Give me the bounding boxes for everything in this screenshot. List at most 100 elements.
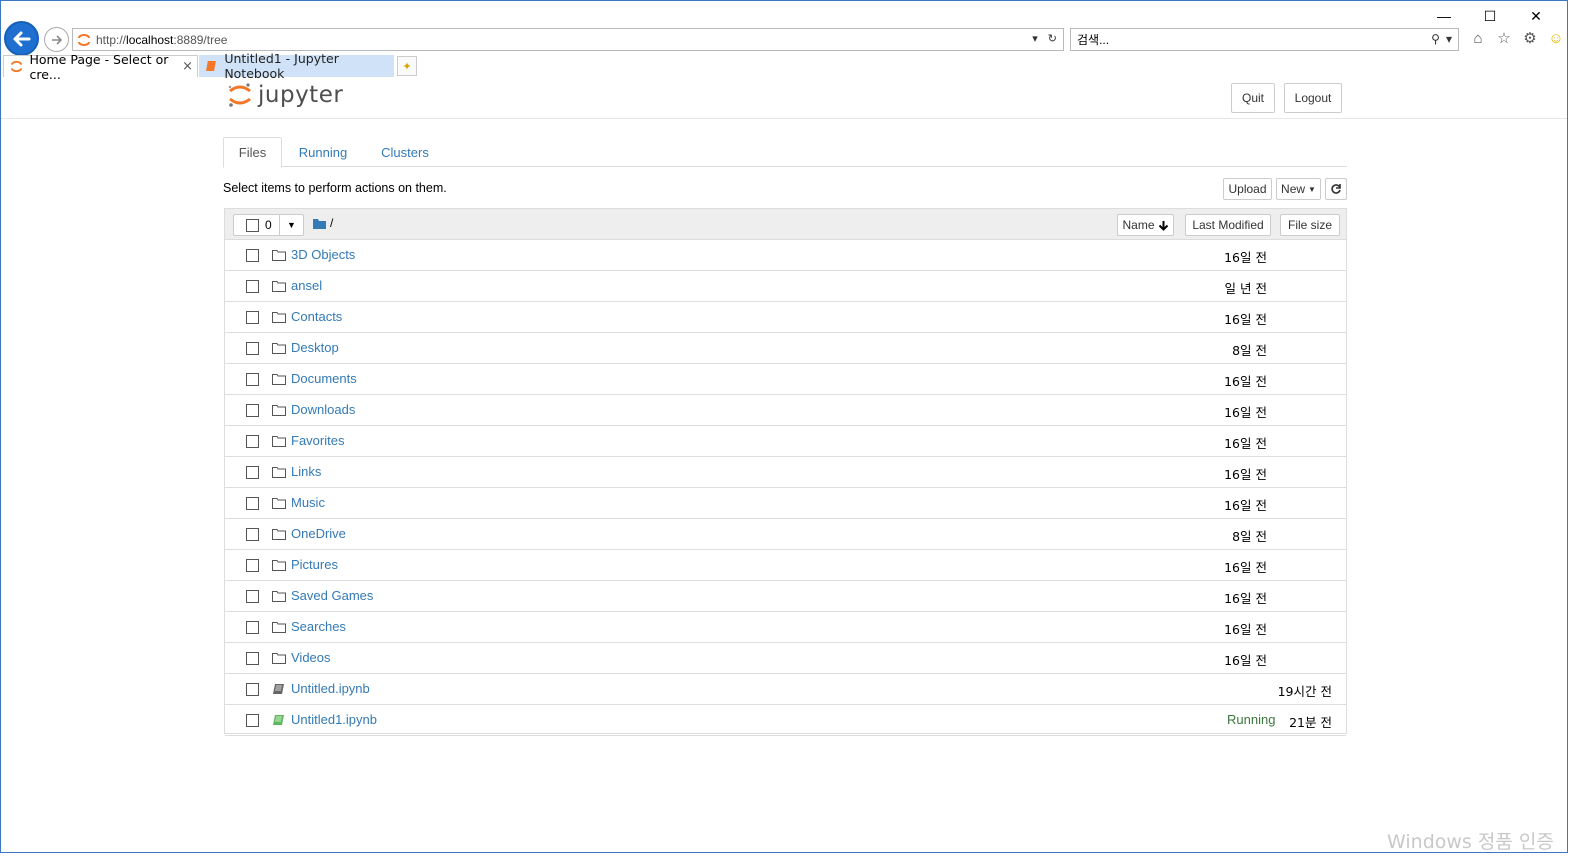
breadcrumb-root[interactable]: / <box>330 216 333 230</box>
refresh-button[interactable] <box>1325 178 1347 200</box>
list-item[interactable]: Links 16일 전 <box>225 457 1346 488</box>
favorites-star-icon[interactable]: ☆ <box>1495 29 1513 47</box>
folder-icon <box>271 279 286 292</box>
folder-icon <box>271 496 286 509</box>
tab-running[interactable]: Running <box>295 137 351 167</box>
address-bar[interactable]: http://localhost:8889/tree ▾ ↻ <box>72 28 1064 51</box>
logout-button[interactable]: Logout <box>1284 83 1342 113</box>
row-checkbox[interactable] <box>246 342 259 355</box>
item-name-link[interactable]: Links <box>291 464 321 479</box>
refresh-icon[interactable]: ↻ <box>1048 32 1057 45</box>
close-window-button[interactable]: ✕ <box>1513 5 1559 27</box>
item-name-link[interactable]: ansel <box>291 278 322 293</box>
list-item[interactable]: Untitled.ipynb 19시간 전 <box>225 674 1346 705</box>
row-checkbox[interactable] <box>246 280 259 293</box>
last-modified: 8일 전 <box>1232 343 1267 358</box>
item-name-link[interactable]: Searches <box>291 619 346 634</box>
folder-icon <box>271 527 286 540</box>
maximize-button[interactable]: ☐ <box>1467 5 1513 27</box>
row-checkbox[interactable] <box>246 683 259 696</box>
row-checkbox[interactable] <box>246 621 259 634</box>
running-status: Running <box>1227 712 1276 727</box>
new-tab-button[interactable]: ✦ <box>397 56 417 76</box>
sort-size-button[interactable]: File size <box>1280 214 1340 236</box>
dropdown-arrow-icon[interactable]: ▾ <box>1032 32 1038 45</box>
row-checkbox[interactable] <box>246 714 259 727</box>
row-checkbox[interactable] <box>246 249 259 262</box>
tab-files[interactable]: Files <box>223 137 282 168</box>
minimize-button[interactable]: — <box>1421 5 1467 27</box>
item-name-link[interactable]: Untitled.ipynb <box>291 681 370 696</box>
quit-button[interactable]: Quit <box>1231 83 1275 113</box>
item-name-link[interactable]: Documents <box>291 371 357 386</box>
list-item[interactable]: Saved Games 16일 전 <box>225 581 1346 612</box>
sort-modified-button[interactable]: Last Modified <box>1185 214 1271 236</box>
row-checkbox[interactable] <box>246 373 259 386</box>
list-item[interactable]: Untitled1.ipynb Running 21분 전 <box>225 705 1346 736</box>
search-dropdown-icon[interactable]: ▾ <box>1446 32 1452 46</box>
search-icon[interactable]: ⚲ <box>1431 32 1440 46</box>
list-item[interactable]: Contacts 16일 전 <box>225 302 1346 333</box>
item-name-link[interactable]: Contacts <box>291 309 342 324</box>
item-name-link[interactable]: Videos <box>291 650 331 665</box>
row-checkbox[interactable] <box>246 497 259 510</box>
new-dropdown-button[interactable]: New ▼ <box>1276 178 1321 200</box>
list-item[interactable]: Desktop 8일 전 <box>225 333 1346 364</box>
item-name-link[interactable]: 3D Objects <box>291 247 355 262</box>
select-all-checkbox[interactable] <box>246 218 259 232</box>
caret-down-icon[interactable]: ▼ <box>279 215 303 235</box>
item-name-link[interactable]: Downloads <box>291 402 355 417</box>
browser-tab-home[interactable]: Home Page - Select or cre... × <box>3 52 198 82</box>
select-all-control[interactable]: 0 ▼ <box>233 214 304 236</box>
folder-icon <box>271 372 286 385</box>
row-checkbox[interactable] <box>246 311 259 324</box>
list-item[interactable]: Downloads 16일 전 <box>225 395 1346 426</box>
sort-name-button[interactable]: Name <box>1117 214 1174 236</box>
item-name-link[interactable]: OneDrive <box>291 526 346 541</box>
folder-icon <box>271 620 286 633</box>
list-item[interactable]: OneDrive 8일 전 <box>225 519 1346 550</box>
item-name-link[interactable]: Music <box>291 495 325 510</box>
jupyter-logo[interactable]: jupyter <box>227 81 343 109</box>
caret-down-icon: ▼ <box>1308 184 1316 194</box>
item-name-link[interactable]: Saved Games <box>291 588 373 603</box>
row-checkbox[interactable] <box>246 528 259 541</box>
list-item[interactable]: Searches 16일 전 <box>225 612 1346 643</box>
jupyter-favicon-icon <box>10 60 23 74</box>
row-checkbox[interactable] <box>246 404 259 417</box>
search-box[interactable]: 검색... ⚲ ▾ <box>1070 28 1459 51</box>
row-checkbox[interactable] <box>246 559 259 572</box>
forward-button[interactable] <box>44 27 69 52</box>
list-item[interactable]: Music 16일 전 <box>225 488 1346 519</box>
row-checkbox[interactable] <box>246 466 259 479</box>
arrow-left-icon <box>13 31 30 46</box>
home-icon[interactable]: ⌂ <box>1469 29 1487 47</box>
row-checkbox[interactable] <box>246 590 259 603</box>
item-name-link[interactable]: Untitled1.ipynb <box>291 712 377 727</box>
list-item[interactable]: Documents 16일 전 <box>225 364 1346 395</box>
notebook-icon <box>271 682 286 695</box>
last-modified: 16일 전 <box>1224 436 1267 451</box>
list-item[interactable]: 3D Objects 16일 전 <box>225 240 1346 271</box>
tab-clusters[interactable]: Clusters <box>377 137 433 167</box>
refresh-icon <box>1331 184 1341 194</box>
list-item[interactable]: ansel 일 년 전 <box>225 271 1346 302</box>
list-item[interactable]: Pictures 16일 전 <box>225 550 1346 581</box>
item-name-link[interactable]: Favorites <box>291 433 344 448</box>
close-tab-icon[interactable]: × <box>182 59 193 74</box>
windows-activation-watermark: Windows 정품 인증 <box>1387 831 1554 853</box>
row-checkbox[interactable] <box>246 652 259 665</box>
browser-window: http://localhost:8889/tree ▾ ↻ 검색... ⚲ ▾… <box>0 0 1568 853</box>
list-item[interactable]: Favorites 16일 전 <box>225 426 1346 457</box>
jupyter-wordmark: jupyter <box>258 82 344 108</box>
gear-icon[interactable]: ⚙ <box>1521 29 1539 47</box>
upload-button[interactable]: Upload <box>1223 178 1272 200</box>
item-name-link[interactable]: Pictures <box>291 557 338 572</box>
row-checkbox[interactable] <box>246 435 259 448</box>
browser-tab-notebook[interactable]: Untitled1 - Jupyter Notebook <box>199 51 394 81</box>
smiley-feedback-icon[interactable]: ☺ <box>1547 29 1565 47</box>
item-name-link[interactable]: Desktop <box>291 340 339 355</box>
breadcrumb[interactable]: / <box>313 216 333 230</box>
selected-count: 0 <box>265 218 272 232</box>
list-item[interactable]: Videos 16일 전 <box>225 643 1346 674</box>
